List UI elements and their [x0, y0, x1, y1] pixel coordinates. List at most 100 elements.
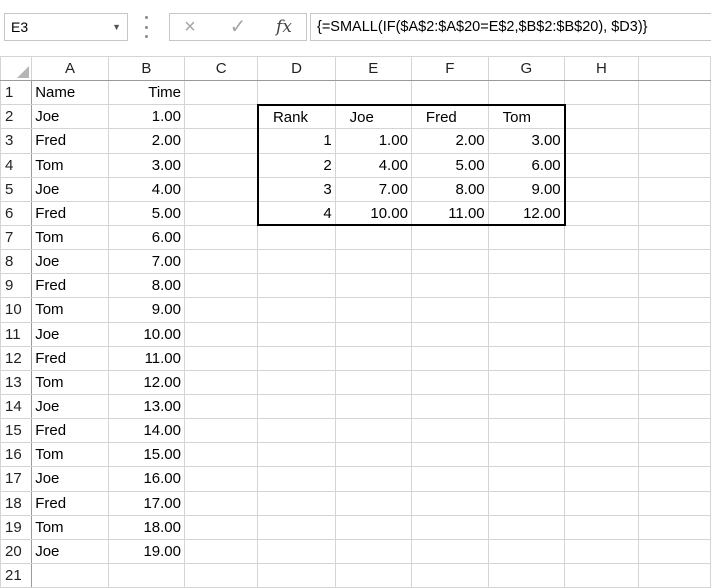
row-header[interactable]: 10 [0, 297, 33, 323]
cell-B9[interactable]: 8.00 [107, 273, 186, 299]
cell-F15[interactable] [410, 418, 489, 444]
cell-G3[interactable]: 3.00 [487, 128, 566, 154]
cell-C9[interactable] [183, 273, 259, 299]
cell-C7[interactable] [183, 224, 259, 251]
column-header-G[interactable]: G [487, 55, 566, 82]
row-header[interactable]: 12 [0, 345, 33, 371]
cell-C13[interactable] [183, 369, 259, 395]
cell-E3[interactable]: 1.00 [334, 128, 412, 154]
cell-A20[interactable]: Joe [31, 538, 109, 564]
cell-E16[interactable] [334, 442, 412, 468]
cell-F10[interactable] [410, 297, 489, 323]
cell-D1[interactable] [257, 80, 336, 106]
cell-2[interactable] [637, 104, 711, 130]
cell-F19[interactable] [410, 514, 489, 540]
cell-D2[interactable]: Rank [256, 103, 336, 130]
cell-C2[interactable] [183, 104, 259, 130]
cell-H14[interactable] [564, 393, 639, 420]
cell-D17[interactable] [257, 466, 336, 492]
cell-C18[interactable] [183, 490, 259, 516]
cell-G20[interactable] [487, 538, 566, 564]
cell-A19[interactable]: Tom [31, 514, 109, 540]
cell-G15[interactable] [487, 418, 566, 444]
cell-B4[interactable]: 3.00 [107, 152, 186, 178]
cell-A9[interactable]: Fred [31, 273, 109, 299]
row-header[interactable]: 1 [0, 80, 33, 106]
cell-E19[interactable] [334, 514, 412, 540]
cell-G18[interactable] [487, 490, 566, 516]
cell-H8[interactable] [564, 249, 639, 275]
cell-C20[interactable] [183, 538, 259, 564]
cell-C1[interactable] [183, 80, 259, 106]
cell-F18[interactable] [410, 490, 489, 516]
cell-D11[interactable] [257, 321, 336, 347]
cell-20[interactable] [637, 538, 711, 564]
cell-C14[interactable] [183, 393, 259, 420]
cell-H9[interactable] [564, 273, 639, 299]
cell-D10[interactable] [257, 297, 336, 323]
cell-B13[interactable]: 12.00 [107, 369, 186, 395]
cell-E9[interactable] [334, 273, 412, 299]
cell-H7[interactable] [564, 224, 639, 251]
cell-G17[interactable] [487, 466, 566, 492]
cell-8[interactable] [637, 249, 711, 275]
cell-C12[interactable] [183, 345, 259, 371]
cell-A21[interactable] [31, 562, 109, 588]
column-header-D[interactable]: D [257, 55, 336, 82]
cell-D15[interactable] [257, 418, 336, 444]
cell-C15[interactable] [183, 418, 259, 444]
cell-B3[interactable]: 2.00 [107, 128, 186, 154]
cell-5[interactable] [637, 176, 711, 202]
cell-G14[interactable] [487, 393, 566, 420]
row-header[interactable]: 20 [0, 538, 33, 564]
cell-E2[interactable]: Joe [334, 103, 412, 130]
cell-D5[interactable]: 3 [256, 176, 336, 202]
cell-D9[interactable] [257, 273, 336, 299]
cell-G4[interactable]: 6.00 [487, 152, 566, 178]
cell-G21[interactable] [487, 562, 566, 588]
cell-C16[interactable] [183, 442, 259, 468]
cell-H15[interactable] [564, 418, 639, 444]
chevron-down-icon[interactable]: ▼ [112, 14, 121, 40]
column-header-E[interactable]: E [334, 55, 412, 82]
cell-D16[interactable] [257, 442, 336, 468]
cell-A1[interactable]: Name [31, 80, 109, 106]
drag-handle-icon[interactable] [143, 16, 149, 38]
cell-E12[interactable] [334, 345, 412, 371]
cell-F17[interactable] [410, 466, 489, 492]
row-header[interactable]: 4 [0, 152, 33, 178]
cell-B18[interactable]: 17.00 [107, 490, 186, 516]
cell-C21[interactable] [183, 562, 259, 588]
cell-16[interactable] [637, 442, 711, 468]
row-header[interactable]: 7 [0, 224, 33, 251]
cell-G16[interactable] [487, 442, 566, 468]
cell-B5[interactable]: 4.00 [107, 176, 186, 202]
cell-C8[interactable] [183, 249, 259, 275]
cell-G10[interactable] [487, 297, 566, 323]
cell-H18[interactable] [564, 490, 639, 516]
row-header[interactable]: 9 [0, 273, 33, 299]
cell-C17[interactable] [183, 466, 259, 492]
cell-D20[interactable] [257, 538, 336, 564]
cell-A17[interactable]: Joe [31, 466, 109, 492]
cell-9[interactable] [637, 273, 711, 299]
cell-A13[interactable]: Tom [31, 369, 109, 395]
cell-C11[interactable] [183, 321, 259, 347]
column-header-C[interactable]: C [183, 55, 259, 82]
cell-H2[interactable] [564, 104, 639, 130]
enter-icon[interactable]: ✓ [220, 14, 256, 40]
cell-E6[interactable]: 10.00 [334, 200, 412, 227]
row-header[interactable]: 15 [0, 418, 33, 444]
cell-E21[interactable] [334, 562, 412, 588]
cell-H10[interactable] [564, 297, 639, 323]
cell-D6[interactable]: 4 [256, 200, 336, 227]
column-header-H[interactable]: H [564, 55, 639, 82]
cell-B16[interactable]: 15.00 [107, 442, 186, 468]
cell-10[interactable] [637, 297, 711, 323]
cell-F3[interactable]: 2.00 [410, 128, 489, 154]
cell-E11[interactable] [334, 321, 412, 347]
cell-C4[interactable] [183, 152, 259, 178]
cell-F6[interactable]: 11.00 [410, 200, 489, 227]
cell-F11[interactable] [410, 321, 489, 347]
cell-G7[interactable] [487, 224, 566, 251]
